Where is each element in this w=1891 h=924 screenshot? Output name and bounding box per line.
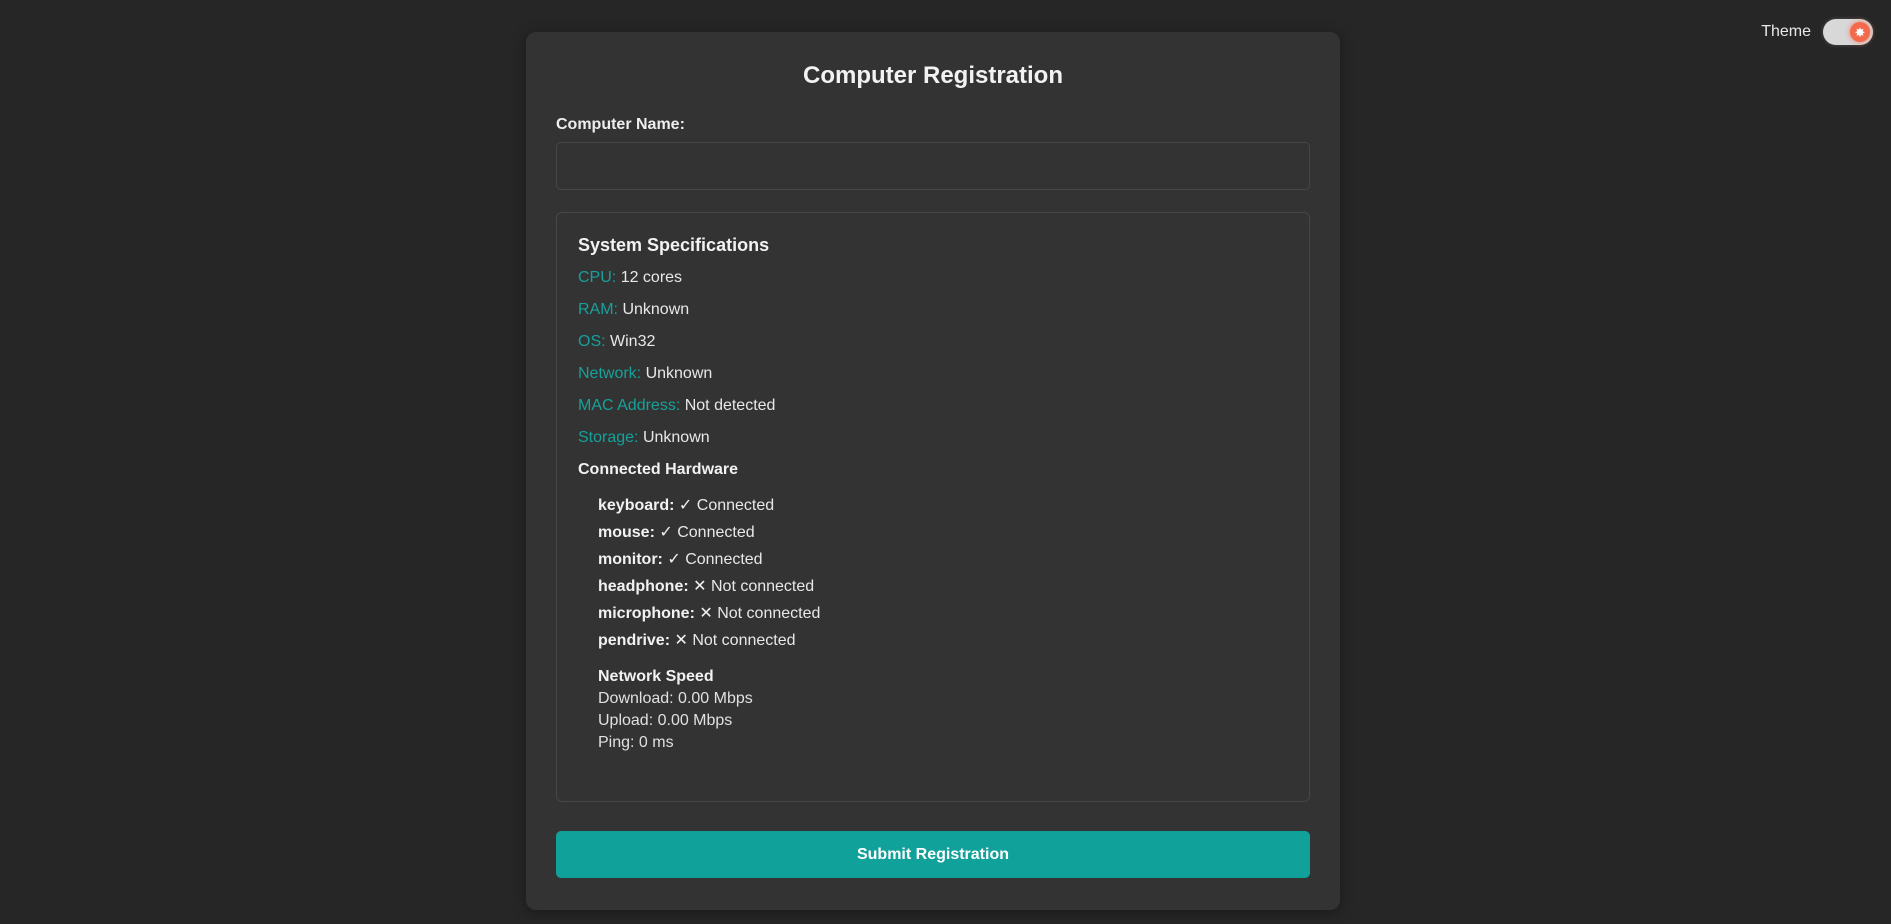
hardware-name: mouse: bbox=[598, 524, 655, 541]
system-specifications-panel: System Specifications CPU: 12 cores RAM:… bbox=[556, 212, 1310, 802]
spec-key: OS: bbox=[578, 333, 606, 350]
spec-key: RAM: bbox=[578, 301, 618, 318]
theme-switch[interactable]: ✸ bbox=[1823, 19, 1873, 45]
specs-title: System Specifications bbox=[578, 235, 770, 255]
cross-icon: ✕ bbox=[674, 632, 688, 649]
spec-key: Storage: bbox=[578, 429, 639, 446]
cross-icon: ✕ bbox=[699, 605, 713, 622]
hardware-status: Connected bbox=[696, 497, 775, 514]
spec-row-cpu: CPU: 12 cores bbox=[578, 267, 1288, 289]
hardware-status: Connected bbox=[677, 524, 755, 541]
hardware-item-mouse: mouse: ✓ Connected bbox=[598, 522, 1288, 549]
spec-key: CPU: bbox=[578, 269, 617, 286]
hardware-name: monitor: bbox=[598, 551, 663, 568]
hardware-item-microphone: microphone: ✕ Not connected bbox=[598, 603, 1288, 630]
cross-icon: ✕ bbox=[693, 578, 707, 595]
spec-value: Unknown bbox=[642, 429, 710, 446]
check-icon: ✓ bbox=[667, 551, 681, 568]
hardware-name: headphone: bbox=[598, 578, 689, 595]
upload-speed: Upload: 0.00 Mbps bbox=[598, 712, 733, 729]
spec-row-storage: Storage: Unknown bbox=[578, 427, 1288, 449]
spec-row-network: Network: Unknown bbox=[578, 363, 1288, 385]
sun-icon: ✸ bbox=[1850, 22, 1870, 42]
hardware-name: keyboard: bbox=[598, 497, 675, 514]
spec-key: Network: bbox=[578, 365, 642, 382]
hardware-item-pendrive: pendrive: ✕ Not connected bbox=[598, 630, 1288, 657]
hardware-status: Not connected bbox=[710, 578, 815, 595]
registration-card: Computer Registration Computer Name: Sys… bbox=[526, 32, 1340, 910]
spec-value: 12 cores bbox=[620, 269, 683, 286]
hardware-item-monitor: monitor: ✓ Connected bbox=[598, 549, 1288, 576]
hardware-item-keyboard: keyboard: ✓ Connected bbox=[598, 495, 1288, 522]
spec-value: Not detected bbox=[684, 397, 776, 414]
spec-row-mac-address: MAC Address: Not detected bbox=[578, 395, 1288, 417]
hardware-name: pendrive: bbox=[598, 632, 671, 649]
spec-value: Win32 bbox=[610, 333, 656, 350]
hardware-item-headphone: headphone: ✕ Not connected bbox=[598, 576, 1288, 603]
check-icon: ✓ bbox=[659, 524, 673, 541]
hardware-list: keyboard: ✓ Connected mouse: ✓ Connected… bbox=[578, 495, 1288, 657]
theme-toggle-group: Theme ✸ bbox=[1761, 19, 1873, 45]
download-speed: Download: 0.00 Mbps bbox=[598, 690, 753, 707]
hardware-status: Connected bbox=[685, 551, 763, 568]
hardware-status: Not connected bbox=[692, 632, 796, 649]
hardware-name: microphone: bbox=[598, 605, 695, 622]
ping-value: Ping: 0 ms bbox=[598, 734, 674, 751]
computer-name-label: Computer Name: bbox=[556, 116, 685, 133]
page-title: Computer Registration bbox=[802, 62, 1063, 89]
network-speed-section: Network Speed Download: 0.00 Mbps Upload… bbox=[578, 666, 1288, 754]
spec-row-os: OS: Win32 bbox=[578, 331, 1288, 353]
spec-value: Unknown bbox=[622, 301, 690, 318]
spec-key: MAC Address: bbox=[578, 397, 681, 414]
hardware-status: Not connected bbox=[717, 605, 821, 622]
submit-registration-button[interactable]: Submit Registration bbox=[556, 831, 1310, 878]
spec-value: Unknown bbox=[645, 365, 713, 382]
theme-label: Theme bbox=[1761, 23, 1811, 40]
connected-hardware-title: Connected Hardware bbox=[578, 461, 739, 478]
computer-name-input[interactable] bbox=[556, 142, 1310, 190]
spec-row-ram: RAM: Unknown bbox=[578, 299, 1288, 321]
check-icon: ✓ bbox=[678, 497, 693, 514]
network-speed-title: Network Speed bbox=[598, 668, 714, 685]
